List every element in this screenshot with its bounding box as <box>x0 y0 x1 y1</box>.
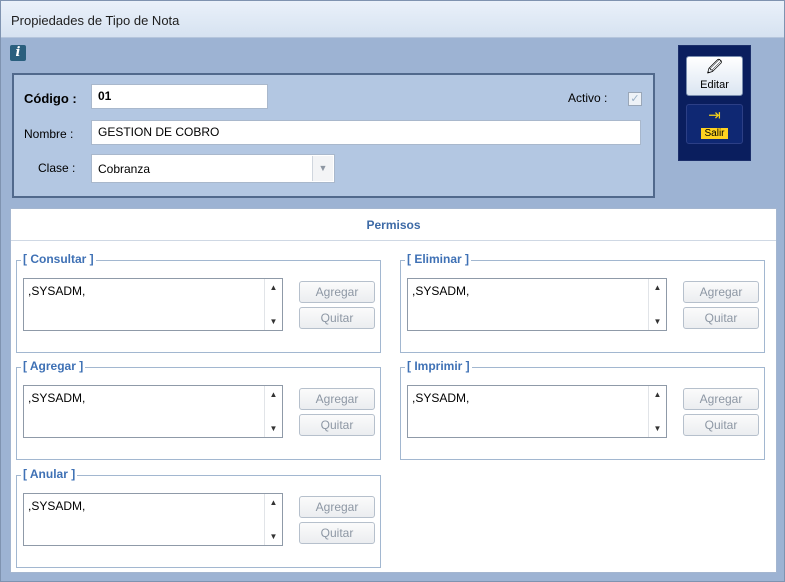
remove-button[interactable]: Quitar <box>299 522 375 544</box>
group-agregar: [ Agregar ] ,SYSADM, ▲ ▼ Agregar Quitar <box>16 359 381 460</box>
listbox-text: ,SYSADM, <box>412 284 470 298</box>
group-anular: [ Anular ] ,SYSADM, ▲ ▼ Agregar Quitar <box>16 467 381 568</box>
codigo-label: Código : <box>24 91 77 106</box>
properties-window: Propiedades de Tipo de Nota i Código : 0… <box>0 0 785 582</box>
scroll-down-icon[interactable]: ▼ <box>265 528 282 545</box>
activo-checkbox[interactable]: ✓ <box>628 92 642 106</box>
title-bar: Propiedades de Tipo de Nota <box>1 1 784 38</box>
listbox-text: ,SYSADM, <box>28 499 86 513</box>
scroll-up-icon[interactable]: ▲ <box>265 279 282 296</box>
group-eliminar: [ Eliminar ] ,SYSADM, ▲ ▼ Agregar Quitar <box>400 252 765 353</box>
remove-button[interactable]: Quitar <box>683 414 759 436</box>
group-imprimir: [ Imprimir ] ,SYSADM, ▲ ▼ Agregar Quitar <box>400 359 765 460</box>
group-title: [ Agregar ] <box>21 359 86 373</box>
scroll-up-icon[interactable]: ▲ <box>649 279 666 296</box>
add-button[interactable]: Agregar <box>683 388 759 410</box>
permission-listbox[interactable]: ,SYSADM, ▲ ▼ <box>407 278 667 331</box>
scrollbar[interactable]: ▲ ▼ <box>264 494 282 545</box>
permissions-divider <box>11 240 776 241</box>
add-button[interactable]: Agregar <box>299 281 375 303</box>
edit-label: Editar <box>700 79 729 91</box>
nombre-label: Nombre : <box>24 127 74 141</box>
add-button[interactable]: Agregar <box>299 496 375 518</box>
nombre-field[interactable]: GESTION DE COBRO <box>91 120 641 145</box>
clase-select-value: Cobranza <box>98 162 151 176</box>
add-button[interactable]: Agregar <box>683 281 759 303</box>
group-title: [ Consultar ] <box>21 252 96 266</box>
window-title: Propiedades de Tipo de Nota <box>11 13 180 28</box>
exit-button[interactable]: ⇥ Salir <box>686 104 743 144</box>
clase-label: Clase : <box>38 161 76 175</box>
scrollbar[interactable]: ▲ ▼ <box>648 279 666 330</box>
scroll-down-icon[interactable]: ▼ <box>265 420 282 437</box>
action-panel: 🖉 Editar ⇥ Salir <box>678 45 751 161</box>
group-consultar: [ Consultar ] ,SYSADM, ▲ ▼ Agregar Quita… <box>16 252 381 353</box>
activo-label: Activo : <box>568 91 608 105</box>
edit-icon: 🖉 <box>706 59 723 76</box>
permission-listbox[interactable]: ,SYSADM, ▲ ▼ <box>23 385 283 438</box>
scroll-up-icon[interactable]: ▲ <box>649 386 666 403</box>
listbox-text: ,SYSADM, <box>28 391 86 405</box>
permission-listbox[interactable]: ,SYSADM, ▲ ▼ <box>23 493 283 546</box>
group-title: [ Anular ] <box>21 467 78 481</box>
check-icon: ✓ <box>630 93 640 105</box>
properties-panel: Código : 01 Activo : ✓ Nombre : GESTION … <box>12 73 655 198</box>
scroll-up-icon[interactable]: ▲ <box>265 386 282 403</box>
permissions-title: Permisos <box>366 218 421 232</box>
permission-listbox[interactable]: ,SYSADM, ▲ ▼ <box>23 278 283 331</box>
chevron-down-icon[interactable]: ▼ <box>312 156 333 181</box>
group-title: [ Eliminar ] <box>405 252 472 266</box>
scroll-down-icon[interactable]: ▼ <box>265 313 282 330</box>
scroll-down-icon[interactable]: ▼ <box>649 420 666 437</box>
codigo-field[interactable]: 01 <box>91 84 268 109</box>
info-icon[interactable]: i <box>10 45 26 61</box>
listbox-text: ,SYSADM, <box>28 284 86 298</box>
group-title: [ Imprimir ] <box>405 359 472 373</box>
edit-button[interactable]: 🖉 Editar <box>686 56 743 96</box>
scrollbar[interactable]: ▲ ▼ <box>648 386 666 437</box>
scrollbar[interactable]: ▲ ▼ <box>264 386 282 437</box>
remove-button[interactable]: Quitar <box>299 307 375 329</box>
permission-listbox[interactable]: ,SYSADM, ▲ ▼ <box>407 385 667 438</box>
remove-button[interactable]: Quitar <box>683 307 759 329</box>
door-exit-icon: ⇥ <box>708 107 721 124</box>
add-button[interactable]: Agregar <box>299 388 375 410</box>
scroll-up-icon[interactable]: ▲ <box>265 494 282 511</box>
clase-select[interactable]: Cobranza ▼ <box>91 154 335 183</box>
permissions-panel: Permisos [ Consultar ] ,SYSADM, ▲ ▼ Agre… <box>10 208 777 573</box>
exit-label: Salir <box>701 128 728 139</box>
scroll-down-icon[interactable]: ▼ <box>649 313 666 330</box>
remove-button[interactable]: Quitar <box>299 414 375 436</box>
scrollbar[interactable]: ▲ ▼ <box>264 279 282 330</box>
listbox-text: ,SYSADM, <box>412 391 470 405</box>
